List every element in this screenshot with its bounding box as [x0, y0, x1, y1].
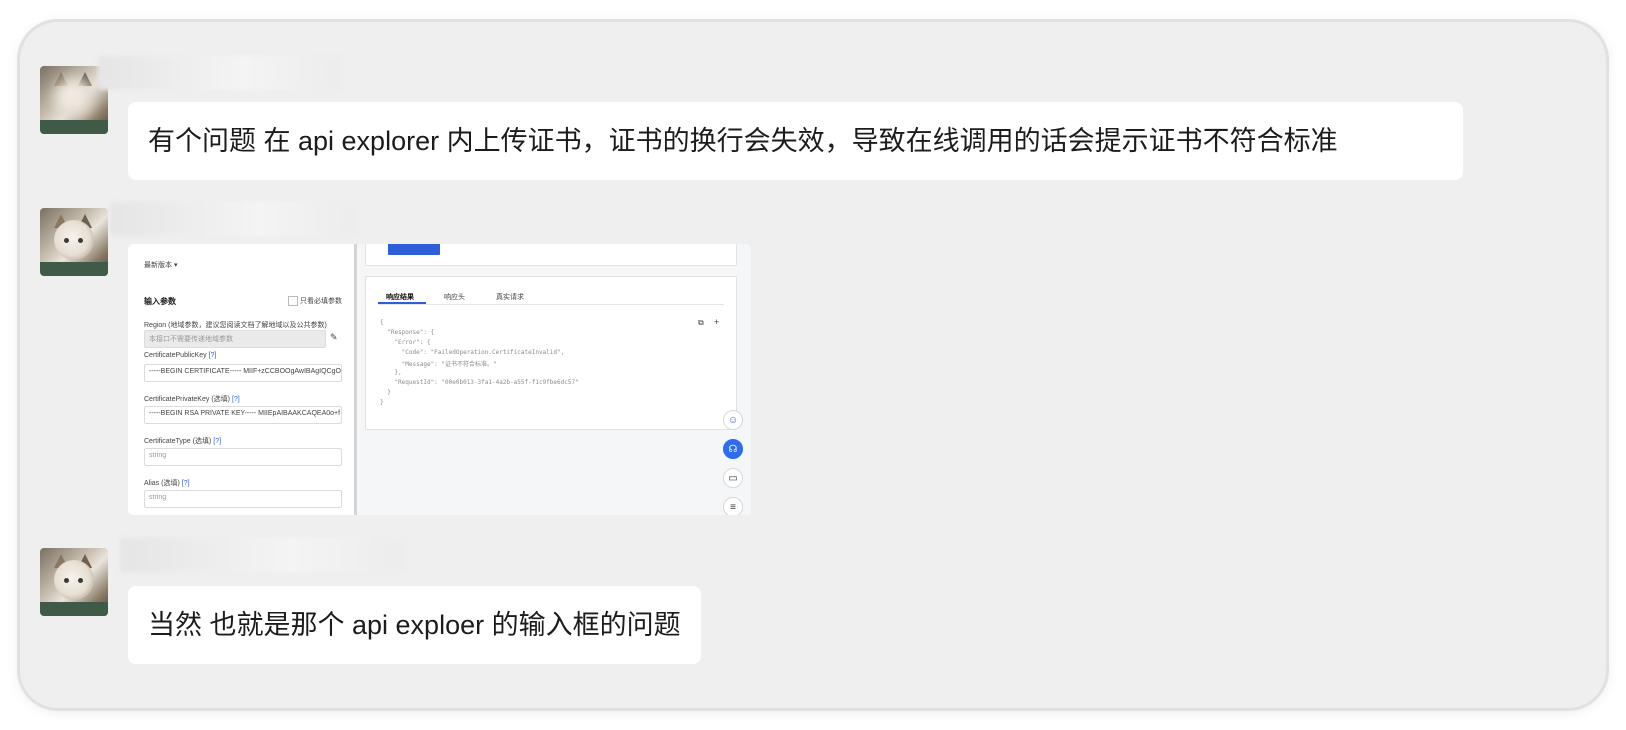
code-line: },	[380, 369, 402, 376]
region-placeholder: 本接口不需要传递地域参数	[149, 336, 233, 343]
code-line: }	[380, 399, 384, 406]
message-text: 当然 也就是那个 api exploer 的输入框的问题	[148, 610, 681, 640]
message-image[interactable]: 最新版本 ▾ 输入参数 只看必填参数 Region (地域参数，建议您阅读文档了…	[128, 244, 751, 515]
type-label: CertificateType	[144, 438, 191, 445]
response-panel: 响应结果 响应头 真实请求 ⧉ + { "Response": { "Error…	[357, 244, 751, 515]
code-line: }	[380, 389, 391, 396]
alias-label: Alias	[144, 480, 160, 487]
code-line: "RequestId": "00e0b013-3fa1-4a2b-a55f-f1…	[380, 379, 579, 386]
avatar[interactable]	[40, 208, 108, 276]
code-line: "Error": {	[380, 339, 431, 346]
alias-input[interactable]: string	[144, 490, 342, 508]
optional-tag: (选填)	[211, 396, 230, 403]
public-key-label-row: CertificatePublicKey [?]	[144, 352, 216, 359]
headset-icon[interactable]: ☊	[723, 439, 743, 459]
message-bubble[interactable]: 当然 也就是那个 api exploer 的输入框的问题	[128, 586, 701, 664]
sender-name-blurred	[110, 202, 358, 236]
public-key-input[interactable]: -----BEGIN CERTIFICATE----- MIIF+zCCBOOg…	[144, 364, 342, 382]
only-required-checkbox[interactable]	[288, 296, 298, 306]
type-input[interactable]: string	[144, 448, 342, 466]
message-bubble[interactable]: 有个问题 在 api explorer 内上传证书，证书的换行会失效，导致在线调…	[128, 102, 1463, 180]
optional-tag: (选填)	[161, 480, 180, 487]
optional-tag: (选填)	[192, 438, 212, 445]
params-panel: 最新版本 ▾ 输入参数 只看必填参数 Region (地域参数，建议您阅读文档了…	[128, 244, 354, 515]
tab-response-result[interactable]: 响应结果	[386, 292, 414, 302]
only-required-label: 只看必填参数	[300, 298, 342, 305]
public-key-label: CertificatePublicKey	[144, 352, 207, 359]
alias-placeholder: string	[149, 494, 167, 501]
run-card	[365, 244, 737, 266]
tab-response-headers[interactable]: 响应头	[444, 292, 465, 302]
chat-window: 有个问题 在 api explorer 内上传证书，证书的换行会失效，导致在线调…	[20, 22, 1606, 708]
required-tag: [?]	[213, 438, 222, 445]
private-key-value: -----BEGIN RSA PRIVATE KEY----- MIIEpAIB…	[149, 410, 341, 417]
list-icon[interactable]: ≡	[723, 497, 743, 515]
alias-label-row: Alias (选填) [?]	[144, 478, 190, 488]
code-line: {	[380, 319, 384, 326]
version-select[interactable]: 最新版本 ▾	[144, 260, 177, 270]
required-tag: [?]	[231, 396, 240, 403]
tab-real-request[interactable]: 真实请求	[496, 292, 524, 302]
smile-icon[interactable]: ☺	[723, 410, 743, 430]
tabs-separator	[378, 304, 724, 305]
code-line: "Message": "证书不符合标准。"	[380, 361, 497, 368]
sender-name-blurred	[98, 56, 342, 90]
required-tag: [?]	[181, 480, 190, 487]
avatar[interactable]	[40, 548, 108, 616]
message-text: 有个问题 在 api explorer 内上传证书，证书的换行会失效，导致在线调…	[148, 126, 1338, 156]
private-key-input[interactable]: -----BEGIN RSA PRIVATE KEY----- MIIEpAIB…	[144, 406, 342, 424]
input-params-title: 输入参数	[144, 297, 176, 306]
book-icon[interactable]: ▭	[723, 468, 743, 488]
region-select[interactable]: 本接口不需要传递地域参数	[144, 330, 326, 348]
public-key-value: -----BEGIN CERTIFICATE----- MIIF+zCCBOOg…	[149, 368, 341, 375]
code-line: "Response": {	[380, 329, 435, 336]
type-label-row: CertificateType (选填) [?]	[144, 436, 221, 446]
copy-icon[interactable]: ⧉	[698, 318, 704, 328]
run-button[interactable]	[388, 244, 440, 255]
plus-icon[interactable]: +	[714, 317, 719, 327]
required-tag: [?]	[208, 352, 217, 359]
region-label: Region (地域参数，建议您阅读文档了解地域以及公共参数)	[144, 322, 327, 329]
response-card: 响应结果 响应头 真实请求 ⧉ + { "Response": { "Error…	[365, 276, 737, 430]
sender-name-blurred	[120, 538, 406, 572]
private-key-label: CertificatePrivateKey	[144, 396, 210, 403]
private-key-label-row: CertificatePrivateKey (选填) [?]	[144, 394, 240, 404]
edit-icon[interactable]: ✎	[330, 332, 338, 343]
code-line: "Code": "FailedOperation.CertificateInva…	[380, 349, 565, 356]
type-placeholder: string	[149, 452, 167, 459]
